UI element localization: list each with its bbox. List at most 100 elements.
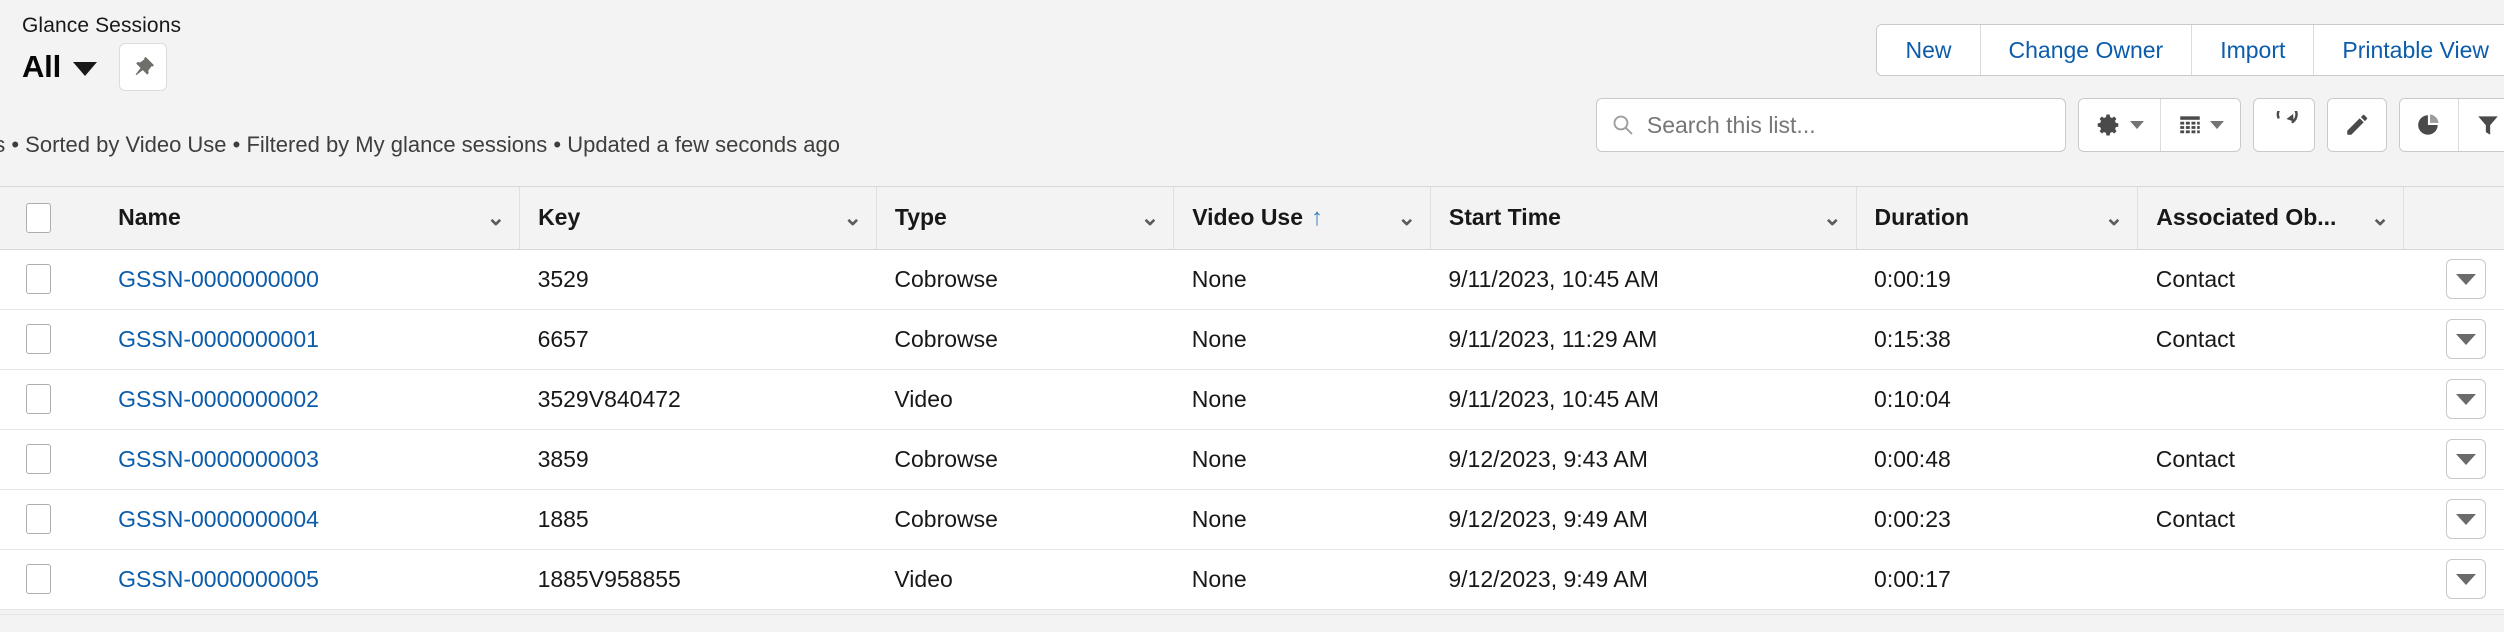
list-view-name[interactable]: All [22, 48, 61, 86]
cell-row-actions [2404, 489, 2504, 549]
cell-start-time: 9/12/2023, 9:49 AM [1430, 549, 1856, 609]
toolbar-button-group-refresh [2253, 98, 2315, 152]
chevron-down-icon[interactable]: ⌄ [1823, 207, 1841, 229]
select-all-checkbox[interactable] [26, 203, 51, 233]
chevron-down-icon[interactable]: ⌄ [1397, 207, 1415, 229]
edit-button[interactable] [2328, 99, 2386, 151]
cell-associated-object: Contact [2138, 249, 2404, 309]
row-actions-button[interactable] [2446, 559, 2486, 599]
chart-pie-icon [2416, 112, 2442, 138]
record-link[interactable]: GSSN-0000000004 [118, 506, 319, 532]
chevron-down-icon[interactable]: ⌄ [487, 207, 505, 229]
column-header-name[interactable]: Name ⌄ [100, 187, 519, 249]
refresh-button[interactable] [2254, 99, 2314, 151]
chevron-down-icon[interactable]: ⌄ [1141, 207, 1159, 229]
chevron-down-icon[interactable]: ⌄ [843, 207, 861, 229]
cell-associated-object: Contact [2138, 309, 2404, 369]
column-header-associated-object[interactable]: Associated Ob... ⌄ [2138, 187, 2404, 249]
cell-key: 6657 [520, 309, 877, 369]
column-header-start-time[interactable]: Start Time ⌄ [1430, 187, 1856, 249]
table-row[interactable]: GSSN-00000000041885CobrowseNone9/12/2023… [0, 489, 2504, 549]
cell-start-time: 9/12/2023, 9:49 AM [1430, 489, 1856, 549]
refresh-icon [2270, 111, 2298, 139]
row-checkbox[interactable] [26, 564, 51, 594]
search-input[interactable] [1647, 112, 2051, 139]
column-header-row-actions [2404, 187, 2504, 249]
cell-name: GSSN-0000000001 [100, 309, 519, 369]
view-selector-row: All [22, 43, 181, 91]
chevron-down-icon[interactable]: ⌄ [2371, 207, 2389, 229]
cell-duration: 0:00:17 [1856, 549, 2138, 609]
cell-associated-object [2138, 549, 2404, 609]
list-view-controls-button[interactable] [2079, 99, 2161, 151]
cell-key: 3859 [520, 429, 877, 489]
column-label-name: Name [118, 204, 181, 231]
row-checkbox[interactable] [26, 504, 51, 534]
cell-start-time: 9/11/2023, 10:45 AM [1430, 369, 1856, 429]
search-box[interactable] [1596, 98, 2066, 152]
row-actions-button[interactable] [2446, 439, 2486, 479]
row-checkbox[interactable] [26, 444, 51, 474]
row-select-cell [0, 309, 100, 369]
cell-duration: 0:00:23 [1856, 489, 2138, 549]
search-icon [1611, 112, 1635, 138]
import-button[interactable]: Import [2192, 25, 2314, 75]
row-checkbox[interactable] [26, 384, 51, 414]
pin-icon [130, 54, 156, 80]
record-link[interactable]: GSSN-0000000005 [118, 566, 319, 592]
cell-start-time: 9/11/2023, 10:45 AM [1430, 249, 1856, 309]
header-action-buttons: New Change Owner Import Printable View [1876, 24, 2504, 76]
toolbar-button-group-settings [2078, 98, 2241, 152]
record-link[interactable]: GSSN-0000000003 [118, 446, 319, 472]
table-row[interactable]: GSSN-00000000003529CobrowseNone9/11/2023… [0, 249, 2504, 309]
cell-video-use: None [1174, 309, 1431, 369]
cell-name: GSSN-0000000004 [100, 489, 519, 549]
cell-duration: 0:00:19 [1856, 249, 2138, 309]
toolbar-button-group-edit [2327, 98, 2387, 152]
record-link[interactable]: GSSN-0000000001 [118, 326, 319, 352]
chevron-down-icon[interactable] [73, 62, 97, 76]
row-select-cell [0, 549, 100, 609]
column-header-duration[interactable]: Duration ⌄ [1856, 187, 2138, 249]
table-header-row: Name ⌄ Key ⌄ Type ⌄ [0, 187, 2504, 249]
row-actions-button[interactable] [2446, 319, 2486, 359]
list-view-subtitle: ns • Sorted by Video Use • Filtered by M… [0, 131, 840, 159]
cell-associated-object: Contact [2138, 429, 2404, 489]
cell-duration: 0:00:48 [1856, 429, 2138, 489]
new-button[interactable]: New [1877, 25, 1980, 75]
charts-button[interactable] [2400, 99, 2459, 151]
cell-associated-object [2138, 369, 2404, 429]
table-row[interactable]: GSSN-00000000016657CobrowseNone9/11/2023… [0, 309, 2504, 369]
cell-name: GSSN-0000000003 [100, 429, 519, 489]
column-header-video-use[interactable]: Video Use ↑ ⌄ [1174, 187, 1431, 249]
pin-button[interactable] [119, 43, 167, 91]
row-actions-button[interactable] [2446, 499, 2486, 539]
table-row[interactable]: GSSN-0000000005 1885V958855VideoNone9/12/… [0, 549, 2504, 609]
row-checkbox[interactable] [26, 324, 51, 354]
pencil-edit-icon [2344, 112, 2370, 138]
table-row[interactable]: GSSN-00000000033859CobrowseNone9/12/2023… [0, 429, 2504, 489]
chevron-down-icon[interactable]: ⌄ [2105, 207, 2123, 229]
cell-video-use: None [1174, 549, 1431, 609]
row-actions-button[interactable] [2446, 379, 2486, 419]
gear-icon [2095, 111, 2123, 139]
row-select-cell [0, 489, 100, 549]
row-actions-button[interactable] [2446, 259, 2486, 299]
column-label-associated-object: Associated Ob... [2156, 204, 2336, 231]
record-link[interactable]: GSSN-0000000002 [118, 386, 319, 412]
row-select-cell [0, 369, 100, 429]
cell-type: Cobrowse [876, 429, 1173, 489]
cell-row-actions [2404, 429, 2504, 489]
row-checkbox[interactable] [26, 264, 51, 294]
cell-type: Video [876, 549, 1173, 609]
cell-key: 1885V958855 [520, 549, 877, 609]
filter-button[interactable] [2459, 99, 2504, 151]
column-header-type[interactable]: Type ⌄ [876, 187, 1173, 249]
cell-type: Video [876, 369, 1173, 429]
column-header-key[interactable]: Key ⌄ [520, 187, 877, 249]
record-link[interactable]: GSSN-0000000000 [118, 266, 319, 292]
printable-view-button[interactable]: Printable View [2314, 25, 2504, 75]
table-row[interactable]: GSSN-00000000023529V840472VideoNone9/11/… [0, 369, 2504, 429]
change-owner-button[interactable]: Change Owner [1981, 25, 2193, 75]
display-as-button[interactable] [2161, 99, 2240, 151]
